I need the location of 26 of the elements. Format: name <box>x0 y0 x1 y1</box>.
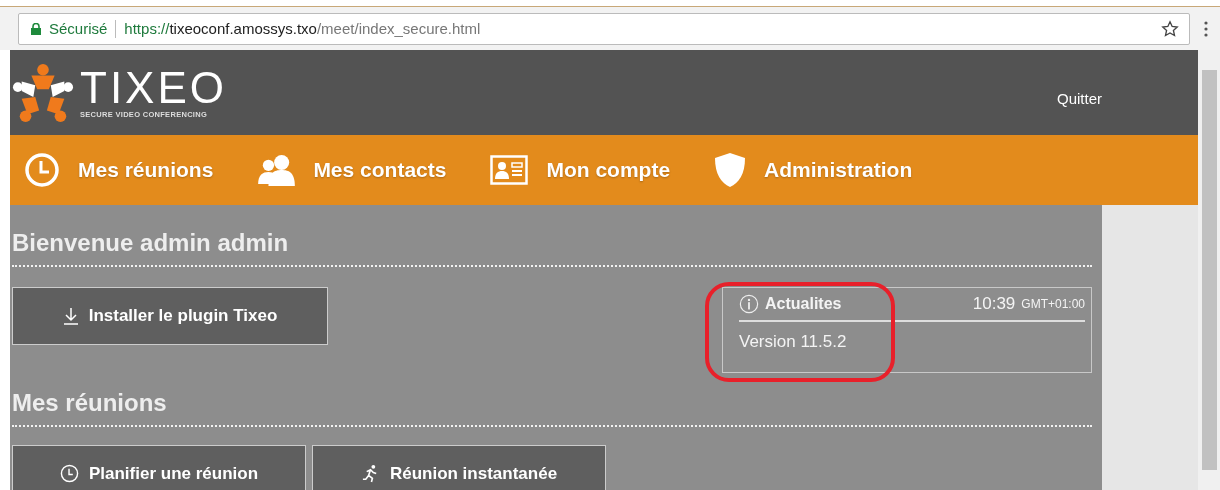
brand-name: TIXEO <box>80 66 228 110</box>
people-icon <box>257 154 296 186</box>
news-time: 10:39 <box>972 294 1016 314</box>
section-heading: Bienvenue admin admin <box>12 228 290 258</box>
id-card-icon <box>490 155 529 185</box>
lock-icon <box>31 22 41 35</box>
address-bar[interactable]: Sécurisé https://tixeoconf.amossys.txo/meet/index_secure.html <box>18 12 1190 45</box>
news-title: Actualites <box>765 295 842 313</box>
security-label: Sécurisé <box>49 20 108 37</box>
logo-icon <box>12 61 74 124</box>
info-icon <box>739 294 759 314</box>
clock-icon <box>59 464 79 483</box>
section-heading: Mes réunions <box>12 388 168 418</box>
shield-icon <box>714 152 747 188</box>
star-icon[interactable] <box>1161 19 1179 38</box>
url-text: https://tixeoconf.amossys.txo/meet/index_secure.html <box>124 20 481 37</box>
install-button[interactable]: Installer le plugin Tixeo <box>12 287 328 345</box>
clock-icon <box>24 152 60 188</box>
timezone-label: GMT+01:00 <box>1021 297 1085 311</box>
meeting-button[interactable]: Planifier une réunion <box>12 445 306 490</box>
scrollbar[interactable] <box>1198 50 1220 490</box>
download-icon <box>62 307 79 325</box>
meeting-button[interactable]: Réunion instantanée <box>312 445 606 490</box>
menu-icon[interactable] <box>1204 20 1208 37</box>
logout-link[interactable]: Quitter <box>1057 90 1102 107</box>
news-text: Version 11.5.2 <box>739 332 847 351</box>
